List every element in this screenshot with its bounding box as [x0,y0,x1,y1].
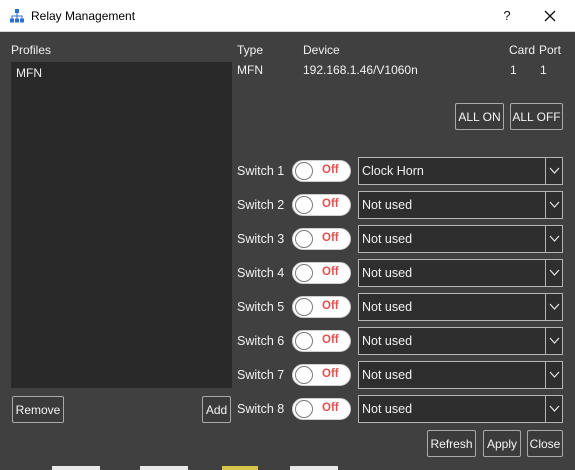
card-header: Card [509,43,536,57]
toggle-state: Off [322,300,339,312]
toggle-state: Off [322,164,339,176]
toggle-knob [295,332,313,350]
profiles-list[interactable]: MFN [11,62,232,388]
switch-assignment-select[interactable]: Not used [358,225,563,253]
select-value: Not used [362,300,413,314]
chevron-down-icon [549,201,560,208]
switch-toggle[interactable]: Off [292,296,351,318]
dropdown-arrow[interactable] [545,362,562,388]
profiles-heading: Profiles [11,43,52,57]
type-value: MFN [237,63,263,77]
all-on-label: ALL ON [458,110,501,124]
background-strip [52,466,338,470]
close-icon [544,10,556,22]
all-off-button[interactable]: ALL OFF [510,103,563,130]
select-value: Clock Horn [362,164,424,178]
toggle-state: Off [322,368,339,380]
port-value: 1 [540,63,547,77]
toggle-knob [295,162,313,180]
chevron-down-icon [549,235,560,242]
window-title: Relay Management [31,9,136,23]
all-on-button[interactable]: ALL ON [455,103,504,130]
dropdown-arrow[interactable] [545,158,562,184]
select-value: Not used [362,232,413,246]
dropdown-arrow[interactable] [545,192,562,218]
list-item[interactable]: MFN [16,66,42,80]
switch-label: Switch 2 [237,198,285,212]
switch-label: Switch 4 [237,266,285,280]
dropdown-arrow[interactable] [545,328,562,354]
help-button[interactable]: ? [497,4,517,28]
dropdown-arrow[interactable] [545,396,562,422]
switch-assignment-select[interactable]: Not used [358,191,563,219]
switch-toggle[interactable]: Off [292,228,351,250]
toggle-state: Off [322,198,339,210]
add-button[interactable]: Add [202,396,231,423]
switch-toggle[interactable]: Off [292,194,351,216]
switch-assignment-select[interactable]: Not used [358,327,563,355]
switch-label: Switch 1 [237,164,285,178]
switch-assignment-select[interactable]: Not used [358,395,563,423]
switch-assignment-select[interactable]: Not used [358,259,563,287]
chevron-down-icon [549,337,560,344]
chevron-down-icon [549,303,560,310]
close-button[interactable]: Close [527,430,563,457]
select-value: Not used [362,198,413,212]
add-button-label: Add [205,403,228,417]
dropdown-arrow[interactable] [545,260,562,286]
switch-label: Switch 6 [237,334,285,348]
remove-button-label: Remove [15,403,61,417]
chevron-down-icon [549,405,560,412]
chevron-down-icon [549,269,560,276]
switch-toggle[interactable]: Off [292,330,351,352]
switch-assignment-select[interactable]: Not used [358,293,563,321]
select-value: Not used [362,334,413,348]
switch-label: Switch 8 [237,402,285,416]
switch-assignment-select[interactable]: Not used [358,361,563,389]
refresh-button[interactable]: Refresh [427,430,476,457]
switch-toggle[interactable]: Off [292,398,351,420]
device-value: 192.168.1.46/V1060n [303,63,418,77]
window-close-button[interactable] [536,4,564,28]
toggle-knob [295,400,313,418]
switch-toggle[interactable]: Off [292,364,351,386]
toggle-knob [295,366,313,384]
all-off-label: ALL OFF [512,110,561,124]
select-value: Not used [362,266,413,280]
toggle-state: Off [322,402,339,414]
apply-label: Apply [486,437,518,451]
device-header: Device [303,43,340,57]
close-label: Close [529,437,561,451]
port-header: Port [539,43,562,57]
switch-label: Switch 5 [237,300,285,314]
toggle-knob [295,230,313,248]
toggle-state: Off [322,334,339,346]
select-value: Not used [362,402,413,416]
switch-toggle[interactable]: Off [292,262,351,284]
refresh-label: Refresh [430,437,473,451]
network-tree-icon [10,9,24,23]
chevron-down-icon [549,167,560,174]
toggle-knob [295,264,313,282]
dropdown-arrow[interactable] [545,226,562,252]
title-bar: Relay Management ? [0,0,575,32]
remove-button[interactable]: Remove [12,396,64,423]
toggle-knob [295,298,313,316]
switch-toggle[interactable]: Off [292,160,351,182]
switch-label: Switch 7 [237,368,285,382]
toggle-state: Off [322,232,339,244]
apply-button[interactable]: Apply [483,430,521,457]
chevron-down-icon [549,371,560,378]
card-value: 1 [510,63,517,77]
toggle-knob [295,196,313,214]
switch-label: Switch 3 [237,232,285,246]
dropdown-arrow[interactable] [545,294,562,320]
toggle-state: Off [322,266,339,278]
select-value: Not used [362,368,413,382]
type-header: Type [237,43,264,57]
switch-assignment-select[interactable]: Clock Horn [358,157,563,185]
